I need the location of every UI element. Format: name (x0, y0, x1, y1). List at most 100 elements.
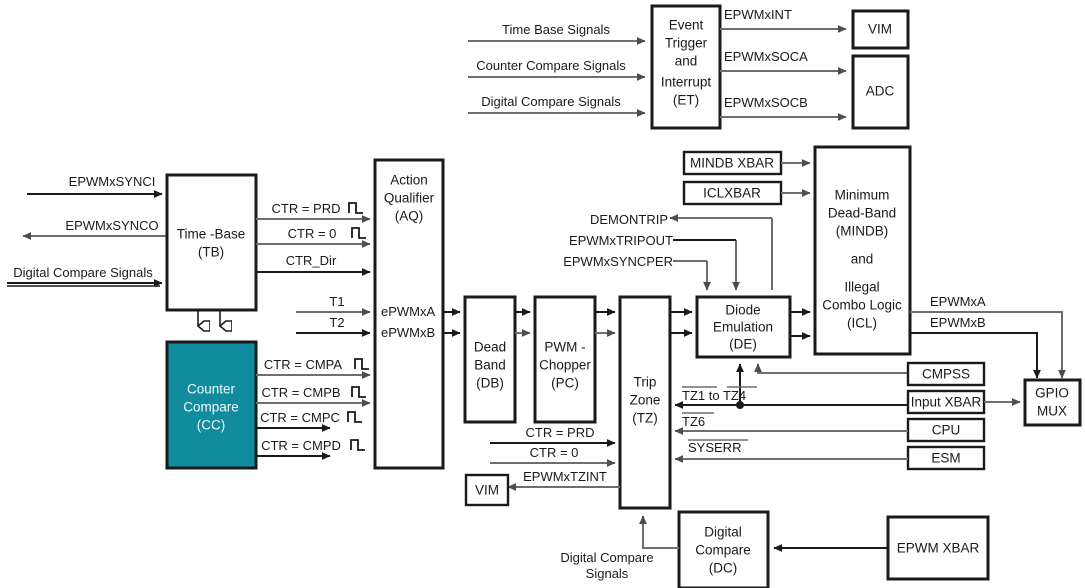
pulse-icon-ctr-cmpb (351, 386, 366, 398)
wires-tz-to-de (670, 308, 693, 337)
block-cmpss[interactable]: CMPSS (906, 361, 986, 387)
block-diode-emulation[interactable]: Diode Emulation (DE) (695, 295, 792, 359)
signal-digital-compare-dc-1: Digital Compare (560, 550, 653, 565)
digital-compare-line-3: (DC) (709, 561, 738, 576)
block-esm[interactable]: ESM (906, 445, 986, 471)
mindb-icl-line-7: (ICL) (847, 316, 877, 331)
signal-epwmxsoca: EPWMxSOCA (724, 49, 808, 64)
signal-ctr-cmpd: CTR = CMPD (261, 438, 341, 453)
digital-compare-line-1: Digital (704, 525, 742, 540)
signal-ctr-cmpc: CTR = CMPC (260, 410, 340, 425)
event-trigger-line-4: Interrupt (661, 75, 712, 90)
block-vim-tz[interactable]: VIM (464, 473, 510, 507)
block-epwm-xbar[interactable]: EPWM XBAR (886, 515, 990, 581)
block-mindb-xbar[interactable]: MINDB XBAR (682, 150, 783, 176)
signal-t1: T1 (329, 294, 344, 309)
wires-db-to-pc (515, 308, 531, 337)
event-trigger-line-5: (ET) (673, 93, 699, 108)
block-dead-band[interactable]: Dead Band (DB) (463, 295, 517, 424)
cmpss-label: CMPSS (922, 367, 970, 382)
pwm-chopper-line-2: Chopper (539, 358, 591, 373)
pwm-chopper-line-3: (PC) (551, 376, 579, 391)
trip-zone-line-1: Trip (634, 375, 657, 390)
diode-emulation-line-3: (DE) (729, 337, 757, 352)
mindb-icl-line-4: and (851, 252, 874, 267)
block-adc[interactable]: ADC (851, 54, 910, 130)
signal-ctr-prd-tz: CTR = PRD (526, 425, 595, 440)
digital-compare-line-2: Compare (695, 543, 751, 558)
time-base-line-2: (TB) (198, 245, 224, 260)
signal-time-base-signals: Time Base Signals (502, 22, 610, 37)
mindb-icl-line-1: Minimum (835, 188, 890, 203)
esm-label: ESM (931, 451, 960, 466)
tb-to-cc-hollow-arrows (198, 310, 220, 326)
mindb-icl-line-5: Illegal (844, 280, 879, 295)
signal-demontrip: DEMONTRIP (590, 212, 668, 227)
counter-compare-line-1: Counter (187, 382, 236, 397)
gpio-mux-line-2: MUX (1037, 404, 1067, 419)
block-vim-top[interactable]: VIM (851, 9, 910, 50)
signal-epwmxtzint: EPWMxTZINT (523, 469, 607, 484)
diagram-canvas: Time Base Signals Counter Compare Signal… (7, 4, 1082, 588)
block-trip-zone[interactable]: Trip Zone (TZ) (618, 295, 672, 510)
signal-tz1-to-tz4: TZ1 to TZ4 (682, 388, 746, 403)
mindb-icl-line-6: Combo Logic (822, 298, 902, 313)
signal-ctr-0-tb: CTR = 0 (288, 226, 337, 241)
action-qualifier-line-1: Action (390, 173, 428, 188)
wires-de-to-mindb (790, 308, 811, 340)
signal-digital-compare-dc-2: Signals (586, 566, 629, 581)
signal-ctr-0-tz: CTR = 0 (530, 445, 579, 460)
input-xbar-label: Input XBAR (911, 395, 982, 410)
signal-ctr-cmpa: CTR = CMPA (264, 357, 342, 372)
time-base-line-1: Time -Base (177, 227, 246, 242)
counter-compare-line-3: (CC) (197, 418, 226, 433)
block-cpu[interactable]: CPU (906, 417, 986, 443)
diode-emulation-line-1: Diode (725, 303, 760, 318)
signal-ctr-cmpb: CTR = CMPB (261, 385, 340, 400)
block-event-trigger[interactable]: Event Trigger and Interrupt (ET) (650, 4, 722, 130)
dead-band-line-3: (DB) (476, 376, 504, 391)
cpu-label: CPU (932, 423, 961, 438)
pulse-icon-ctr-cmpa (354, 358, 369, 370)
action-qualifier-line-3: (AQ) (395, 209, 424, 224)
signal-epwmxsynco: EPWMxSYNCO (65, 218, 158, 233)
block-pwm-chopper[interactable]: PWM - Chopper (PC) (533, 295, 597, 424)
epwm-block-diagram: Time Base Signals Counter Compare Signal… (0, 0, 1085, 588)
wires-pc-to-tz (595, 308, 616, 337)
wires-aq-to-db (443, 308, 461, 337)
block-digital-compare[interactable]: Digital Compare (DC) (677, 510, 770, 588)
signal-syserr: SYSERR (688, 440, 741, 455)
mindb-xbar-label: MINDB XBAR (690, 156, 774, 171)
signal-epwmxsynci: EPWMxSYNCI (69, 174, 156, 189)
action-qualifier-line-2: Qualifier (384, 191, 435, 206)
dead-band-line-2: Band (474, 358, 506, 373)
signal-epwmxa-aq: ePWMxA (381, 304, 436, 319)
signal-epwmxsyncper: EPWMxSYNCPER (563, 254, 673, 269)
event-trigger-line-1: Event (669, 18, 704, 33)
block-iclxbar[interactable]: ICLXBAR (682, 180, 783, 206)
vim-tz-label: VIM (475, 483, 499, 498)
block-counter-compare[interactable]: Counter Compare (CC) (165, 340, 258, 470)
signal-epwmxtripout: EPWMxTRIPOUT (569, 233, 673, 248)
pulse-icon-ctr-0 (351, 227, 366, 239)
signal-t2: T2 (329, 315, 344, 330)
block-gpio-mux[interactable]: GPIO MUX (1023, 378, 1082, 427)
adc-label: ADC (866, 84, 895, 99)
vim-top-label: VIM (868, 22, 892, 37)
signal-epwmxb-aq: ePWMxB (381, 325, 435, 340)
pwm-chopper-line-1: PWM - (544, 340, 585, 355)
wires-de-top-signals (670, 218, 773, 291)
signal-digital-compare-signals-et: Digital Compare Signals (481, 94, 621, 109)
event-trigger-line-3: and (675, 54, 698, 69)
block-input-xbar[interactable]: Input XBAR (906, 389, 986, 415)
block-time-base[interactable]: Time -Base (TB) (165, 173, 258, 312)
trip-zone-line-3: (TZ) (632, 411, 657, 426)
block-mindb-icl[interactable]: Minimum Dead-Band (MINDB) and Illegal Co… (813, 145, 912, 356)
mindb-icl-line-3: (MINDB) (836, 224, 889, 239)
signal-digital-compare-signals-tb: Digital Compare Signals (13, 265, 153, 280)
signal-epwmxint: EPWMxINT (724, 7, 792, 22)
wires-xbar-to-mindb (781, 159, 811, 197)
wires-de-bottom-inputs (736, 363, 910, 409)
signal-epwmxa-icl: EPWMxA (930, 294, 986, 309)
signal-counter-compare-signals: Counter Compare Signals (476, 58, 626, 73)
